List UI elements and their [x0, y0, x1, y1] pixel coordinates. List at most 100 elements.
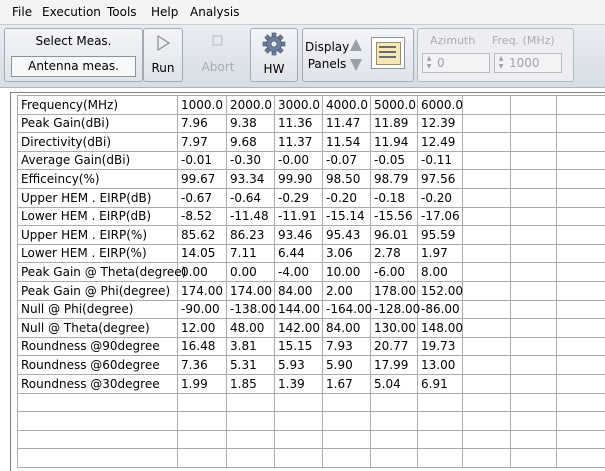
menu-tools[interactable]: Tools: [107, 5, 137, 19]
table-cell[interactable]: 5.04: [374, 377, 401, 391]
table-cell[interactable]: 1.67: [326, 377, 353, 391]
freq-spinner[interactable]: ▲ ▼ 1000: [494, 53, 562, 73]
table-cell[interactable]: 11.54: [326, 135, 360, 149]
table-cell[interactable]: 11.94: [374, 135, 408, 149]
table-cell[interactable]: 16.48: [181, 339, 215, 353]
select-meas-button[interactable]: Select Meas.: [5, 34, 142, 48]
table-cell[interactable]: -4.00: [278, 265, 309, 279]
table-cell[interactable]: 174.00: [230, 284, 272, 298]
table-cell[interactable]: 4000.0: [326, 98, 368, 112]
menu-analysis[interactable]: Analysis: [190, 5, 239, 19]
row-header-cell[interactable]: Lower HEM . EIRP(dB): [21, 209, 151, 223]
table-cell[interactable]: 20.77: [374, 339, 408, 353]
table-cell[interactable]: 130.00: [374, 321, 416, 335]
table-cell[interactable]: -0.64: [230, 191, 261, 205]
table-cell[interactable]: 99.67: [181, 172, 215, 186]
table-cell[interactable]: 98.50: [326, 172, 360, 186]
row-header-cell[interactable]: Upper HEM . EIRP(%): [21, 228, 147, 242]
row-header-cell[interactable]: Null @ Theta(degree): [21, 321, 150, 335]
table-cell[interactable]: -90.00: [181, 302, 220, 316]
table-cell[interactable]: 14.05: [181, 246, 215, 260]
table-cell[interactable]: 84.00: [326, 321, 360, 335]
table-cell[interactable]: 152.00: [421, 284, 463, 298]
table-cell[interactable]: -15.56: [374, 209, 413, 223]
table-cell[interactable]: 93.34: [230, 172, 264, 186]
table-cell[interactable]: 5000.0: [374, 98, 416, 112]
spinner-arrows-icon[interactable]: ▲ ▼: [424, 55, 434, 71]
menu-help[interactable]: Help: [151, 5, 178, 19]
table-cell[interactable]: 12.49: [421, 135, 455, 149]
azimuth-spinner[interactable]: ▲ ▼ 0: [422, 53, 490, 73]
row-header-cell[interactable]: Peak Gain @ Theta(degree): [21, 265, 186, 279]
table-cell[interactable]: 1.85: [230, 377, 257, 391]
table-cell[interactable]: -138.00: [230, 302, 276, 316]
table-cell[interactable]: 178.00: [374, 284, 416, 298]
table-cell[interactable]: -86.00: [421, 302, 460, 316]
table-cell[interactable]: 3000.0: [278, 98, 320, 112]
table-cell[interactable]: 93.46: [278, 228, 312, 242]
table-cell[interactable]: 2.00: [326, 284, 353, 298]
table-cell[interactable]: 8.00: [421, 265, 448, 279]
table-cell[interactable]: 142.00: [278, 321, 320, 335]
row-header-cell[interactable]: Peak Gain(dBi): [21, 116, 109, 130]
table-cell[interactable]: 5.93: [278, 358, 305, 372]
table-cell[interactable]: 95.59: [421, 228, 455, 242]
table-cell[interactable]: 99.90: [278, 172, 312, 186]
table-cell[interactable]: 3.81: [230, 339, 257, 353]
table-cell[interactable]: -0.05: [374, 153, 405, 167]
row-header-cell[interactable]: Null @ Phi(degree): [21, 302, 133, 316]
table-cell[interactable]: -11.91: [278, 209, 317, 223]
table-cell[interactable]: 174.00: [181, 284, 223, 298]
abort-button[interactable]: Abort: [190, 34, 246, 74]
table-cell[interactable]: 6000.0: [421, 98, 463, 112]
table-cell[interactable]: -0.30: [230, 153, 261, 167]
table-cell[interactable]: -17.06: [421, 209, 460, 223]
table-cell[interactable]: 98.79: [374, 172, 408, 186]
table-cell[interactable]: 2.78: [374, 246, 401, 260]
run-button[interactable]: Run: [143, 28, 183, 82]
table-cell[interactable]: 148.00: [421, 321, 463, 335]
table-cell[interactable]: -0.20: [326, 191, 357, 205]
hw-button[interactable]: HW: [250, 28, 298, 82]
table-cell[interactable]: 96.01: [374, 228, 408, 242]
row-header-cell[interactable]: Roundness @90degree: [21, 339, 160, 353]
row-header-cell[interactable]: Roundness @60degree: [21, 358, 160, 372]
table-cell[interactable]: 144.00: [278, 302, 320, 316]
row-header-cell[interactable]: Frequency(MHz): [21, 98, 118, 112]
table-cell[interactable]: -128.00: [374, 302, 420, 316]
table-cell[interactable]: 0.00: [181, 265, 208, 279]
table-cell[interactable]: 13.00: [421, 358, 455, 372]
menu-execution[interactable]: Execution: [42, 5, 101, 19]
table-cell[interactable]: -8.52: [181, 209, 212, 223]
table-cell[interactable]: 1.39: [278, 377, 305, 391]
row-header-cell[interactable]: Directivity(dBi): [21, 135, 111, 149]
row-header-cell[interactable]: Lower HEM . EIRP(%): [21, 246, 147, 260]
menu-file[interactable]: File: [12, 5, 32, 19]
table-cell[interactable]: 97.56: [421, 172, 455, 186]
table-cell[interactable]: 9.68: [230, 135, 257, 149]
table-cell[interactable]: 48.00: [230, 321, 264, 335]
table-cell[interactable]: 10.00: [326, 265, 360, 279]
table-cell[interactable]: -0.20: [421, 191, 452, 205]
table-cell[interactable]: 11.36: [278, 116, 312, 130]
table-cell[interactable]: 9.38: [230, 116, 257, 130]
table-cell[interactable]: 7.97: [181, 135, 208, 149]
table-cell[interactable]: 12.00: [181, 321, 215, 335]
row-header-cell[interactable]: Peak Gain @ Phi(degree): [21, 284, 170, 298]
table-cell[interactable]: -164.00: [326, 302, 372, 316]
table-cell[interactable]: 12.39: [421, 116, 455, 130]
table-cell[interactable]: -0.67: [181, 191, 212, 205]
table-cell[interactable]: 1.97: [421, 246, 448, 260]
table-cell[interactable]: 7.11: [230, 246, 257, 260]
panels-up-down-arrows[interactable]: [349, 38, 363, 72]
table-cell[interactable]: -0.07: [326, 153, 357, 167]
table-cell[interactable]: 5.31: [230, 358, 257, 372]
row-header-cell[interactable]: Average Gain(dBi): [21, 153, 130, 167]
table-cell[interactable]: 15.15: [278, 339, 312, 353]
table-cell[interactable]: 17.99: [374, 358, 408, 372]
antenna-meas-button[interactable]: Antenna meas.: [11, 56, 136, 77]
row-header-cell[interactable]: Efficeincy(%): [21, 172, 100, 186]
table-cell[interactable]: 11.37: [278, 135, 312, 149]
panels-layout-icon[interactable]: [371, 37, 405, 69]
table-cell[interactable]: 1000.0: [181, 98, 223, 112]
